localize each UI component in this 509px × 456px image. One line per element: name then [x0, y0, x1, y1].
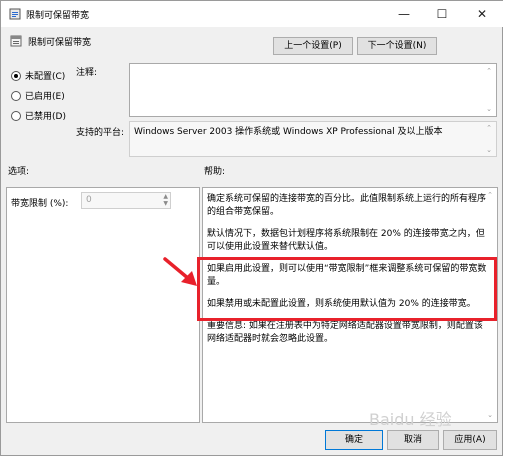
help-paragraph: 默认情况下，数据包计划程序将系统限制在 20% 的连接带宽之内，但可以使用此设置…	[207, 229, 485, 252]
supported-value: Windows Server 2003 操作系统或 Windows XP Pro…	[134, 127, 443, 137]
close-button[interactable]: ✕	[463, 1, 501, 27]
radio-disabled[interactable]: 已禁用(D)	[11, 109, 66, 122]
previous-setting-button[interactable]: 上一个设置(P)	[273, 37, 353, 55]
radio-label: 已启用(E)	[25, 92, 65, 102]
comment-textarea[interactable]: ⌃ ⌄	[129, 63, 497, 117]
scroll-up-icon[interactable]: ⌃	[485, 191, 495, 199]
radio-not-configured[interactable]: 未配置(C)	[11, 69, 65, 82]
close-icon: ✕	[476, 7, 488, 21]
bandwidth-limit-value: 0	[86, 195, 92, 205]
annotation-highlight-box	[197, 257, 497, 321]
radio-label: 未配置(C)	[25, 72, 66, 82]
minimize-button[interactable]: —	[385, 1, 423, 27]
supported-label: 支持的平台:	[76, 128, 125, 138]
options-pane: 带宽限制 (%): 0 ▲ ▼	[6, 187, 200, 423]
maximize-button[interactable]: ☐	[423, 1, 461, 27]
policy-title: 限制可保留带宽	[28, 38, 92, 48]
title-bar: 限制可保留带宽 — ☐ ✕	[1, 1, 504, 27]
maximize-icon: ☐	[436, 7, 448, 21]
spin-down-icon[interactable]: ▼	[163, 200, 168, 207]
help-paragraph: 重要信息: 如果在注册表中为特定网络适配器设置带宽限制，则配置该网络适配器时就会…	[207, 321, 483, 344]
bandwidth-limit-spinbox[interactable]: 0 ▲ ▼	[81, 192, 171, 209]
help-header: 帮助:	[204, 167, 226, 177]
comment-label: 注释:	[76, 68, 98, 78]
next-setting-button[interactable]: 下一个设置(N)	[357, 37, 437, 55]
policy-icon	[10, 35, 22, 47]
policy-settings-icon	[9, 8, 21, 20]
annotation-arrow-icon	[163, 257, 197, 286]
scroll-up-icon[interactable]: ⌃	[484, 67, 494, 75]
radio-button[interactable]	[11, 90, 21, 101]
options-header: 选项:	[8, 167, 30, 177]
scroll-down-icon[interactable]: ⌄	[484, 105, 494, 113]
scroll-down-icon[interactable]: ⌄	[485, 411, 495, 419]
radio-enabled[interactable]: 已启用(E)	[11, 89, 65, 102]
spin-up-icon[interactable]: ▲	[163, 193, 168, 200]
radio-button[interactable]	[11, 70, 21, 81]
cancel-button[interactable]: 取消	[387, 430, 439, 450]
baidu-watermark: Baidu 经验	[369, 410, 452, 429]
window-title: 限制可保留带宽	[26, 11, 90, 21]
scroll-down-icon[interactable]: ⌄	[484, 146, 494, 154]
bandwidth-limit-label: 带宽限制 (%):	[11, 199, 69, 209]
apply-button[interactable]: 应用(A)	[443, 430, 497, 450]
radio-label: 已禁用(D)	[25, 112, 66, 122]
radio-button[interactable]	[11, 110, 21, 121]
policy-dialog: 限制可保留带宽 — ☐ ✕ 限制可保留带宽 上一个设置(P) 下一个设置(N) …	[0, 0, 504, 456]
ok-button[interactable]: 确定	[325, 430, 383, 450]
supported-platforms-box: Windows Server 2003 操作系统或 Windows XP Pro…	[129, 121, 497, 157]
minimize-icon: —	[398, 7, 410, 21]
scroll-up-icon[interactable]: ⌃	[484, 124, 494, 132]
help-paragraph: 确定系统可保留的连接带宽的百分比。此值限制系统上运行的所有程序的组合带宽保留。	[207, 194, 487, 217]
